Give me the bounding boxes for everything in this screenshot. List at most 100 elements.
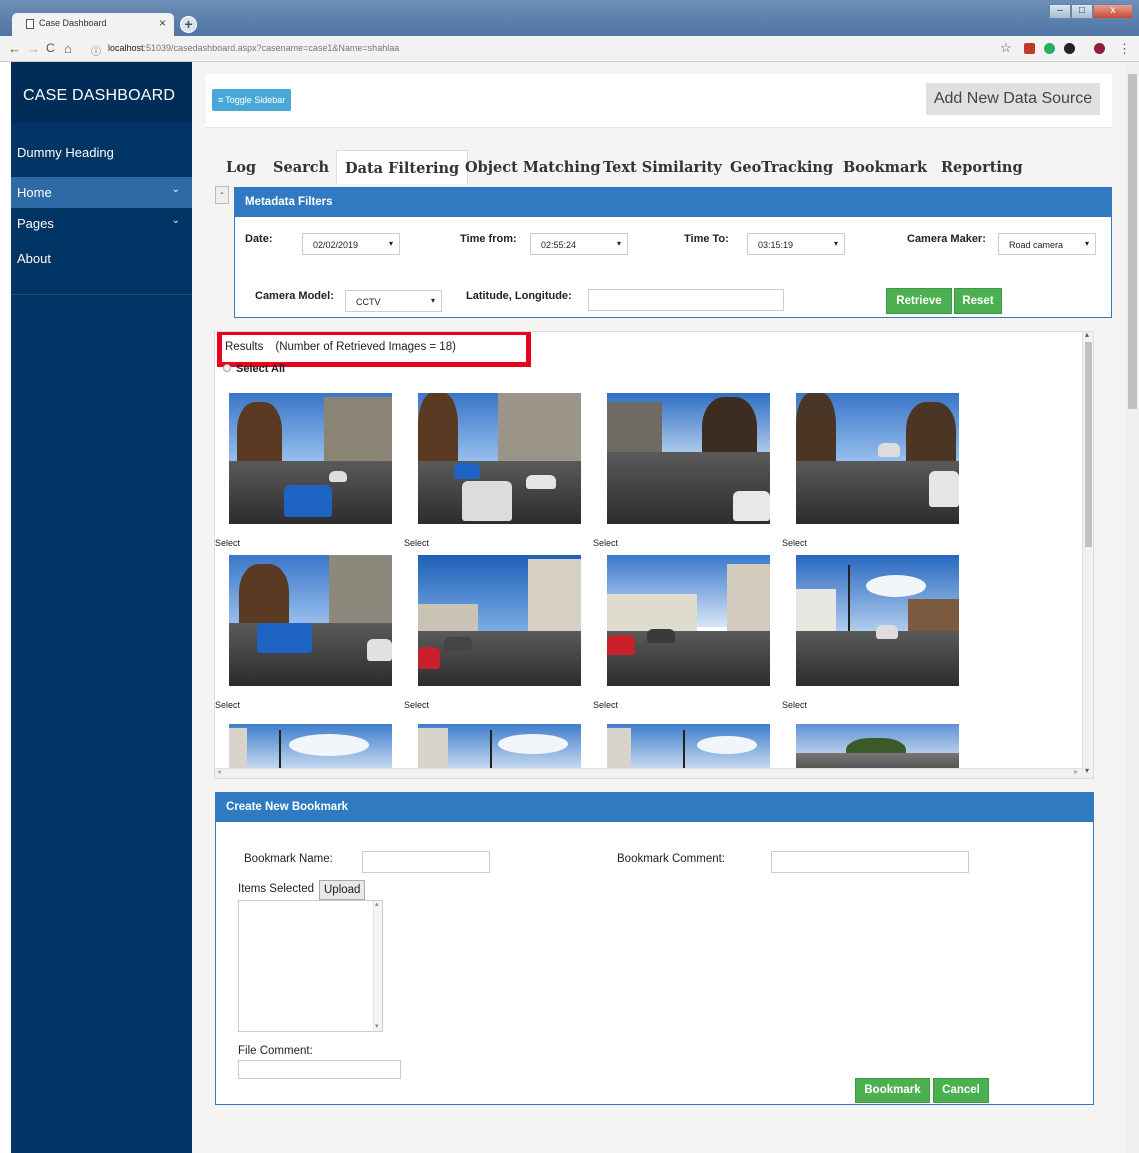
browser-menu-icon[interactable]: ⋮ — [1118, 41, 1131, 57]
time-from-label: Time from: — [460, 233, 517, 245]
select-label[interactable]: Select — [782, 700, 807, 710]
result-image[interactable] — [607, 555, 770, 686]
bookmark-comment-input[interactable] — [771, 851, 969, 873]
scroll-down-icon[interactable]: ▾ — [1085, 766, 1089, 775]
cancel-button[interactable]: Cancel — [933, 1078, 989, 1103]
info-icon[interactable]: ⓘ — [91, 43, 101, 58]
scroll-up-icon[interactable]: ▴ — [1085, 332, 1089, 339]
extension-icon[interactable] — [1024, 43, 1035, 54]
new-tab-button[interactable]: + — [180, 16, 197, 33]
result-image[interactable] — [607, 724, 770, 768]
result-image[interactable] — [418, 393, 581, 524]
date-label: Date: — [245, 233, 273, 245]
star-icon[interactable]: ☆ — [1000, 40, 1012, 56]
lat-lon-input[interactable] — [588, 289, 784, 311]
results-panel: Results (Number of Retrieved Images = 18)… — [214, 331, 1094, 779]
camera-model-select[interactable]: CCTV ▾ — [345, 290, 442, 312]
select-all-label: Select All — [236, 363, 286, 375]
back-icon[interactable]: ← — [8, 41, 21, 56]
retrieve-button[interactable]: Retrieve — [886, 288, 952, 314]
file-comment-label: File Comment: — [238, 1045, 313, 1057]
result-image[interactable] — [229, 393, 392, 524]
items-selected-list[interactable]: ▴ ▾ — [238, 900, 383, 1032]
results-header: Results (Number of Retrieved Images = 18) — [217, 332, 531, 367]
window-close-button[interactable]: x — [1093, 4, 1133, 19]
profile-avatar[interactable] — [1094, 43, 1105, 54]
tab-log[interactable]: Log — [226, 150, 256, 184]
collapse-filters-button[interactable]: - — [215, 186, 229, 204]
file-comment-input[interactable] — [238, 1060, 401, 1079]
results-vertical-scrollbar[interactable]: ▴ ▾ — [1082, 332, 1093, 778]
select-label[interactable]: Select — [593, 538, 618, 548]
add-data-source-button[interactable]: Add New Data Source — [926, 83, 1100, 115]
select-all-option[interactable]: Select All — [223, 363, 285, 375]
toggle-sidebar-button[interactable]: ≡ Toggle Sidebar — [212, 89, 292, 111]
maximize-button[interactable]: □ — [1071, 4, 1093, 19]
bookmark-comment-label: Bookmark Comment: — [617, 853, 726, 865]
sidebar-item-about[interactable]: About — [11, 239, 192, 295]
sidebar: CASE DASHBOARD Dummy Heading Home ⌄ Page… — [11, 62, 192, 1153]
page-scrollbar[interactable] — [1126, 62, 1139, 1153]
forward-icon[interactable]: → — [27, 41, 40, 56]
select-label[interactable]: Select — [404, 700, 429, 710]
reset-button[interactable]: Reset — [954, 288, 1002, 314]
tab-bookmark[interactable]: Bookmark — [843, 150, 927, 184]
result-image[interactable] — [229, 555, 392, 686]
close-tab-icon[interactable]: × — [159, 16, 166, 30]
page-scrollbar-thumb[interactable] — [1128, 74, 1137, 409]
tab-reporting[interactable]: Reporting — [941, 150, 1023, 184]
reload-icon[interactable]: C — [46, 41, 55, 55]
select-label[interactable]: Select — [215, 538, 240, 548]
result-image[interactable] — [796, 555, 959, 686]
upload-button[interactable]: Upload — [319, 880, 366, 900]
tab-object-matching[interactable]: Object Matching — [465, 150, 601, 184]
scrollbar-thumb[interactable] — [1085, 342, 1092, 547]
sidebar-heading: Dummy Heading — [17, 145, 114, 160]
browser-tab-strip: Case Dashboard × + – □ x — [0, 0, 1139, 36]
result-image[interactable] — [229, 724, 392, 768]
result-image[interactable] — [796, 724, 959, 768]
extension-icon[interactable] — [1044, 43, 1055, 54]
camera-maker-select[interactable]: Road camera ▾ — [998, 233, 1096, 255]
select-label[interactable]: Select — [782, 538, 807, 548]
results-horizontal-scrollbar[interactable]: ◂ ▸ — [215, 767, 1084, 778]
scroll-right-icon[interactable]: ▸ — [1074, 767, 1078, 776]
select-all-radio[interactable] — [223, 364, 231, 372]
select-label[interactable]: Select — [215, 700, 240, 710]
tab-search[interactable]: Search — [273, 150, 329, 184]
tab-text-similarity[interactable]: Text Similarity — [603, 150, 722, 184]
scroll-down-icon[interactable]: ▾ — [375, 1022, 379, 1030]
items-selected-label: Items Selected — [238, 883, 315, 895]
sidebar-item-pages[interactable]: Pages ⌄ — [11, 208, 192, 239]
date-select[interactable]: 02/02/2019 ▾ — [302, 233, 400, 255]
result-image[interactable] — [418, 555, 581, 686]
result-image[interactable] — [607, 393, 770, 524]
brand-title[interactable]: CASE DASHBOARD — [11, 62, 192, 123]
select-label[interactable]: Select — [593, 700, 618, 710]
url-host: localhost — [108, 43, 144, 53]
time-from-value: 02:55:24 — [541, 240, 577, 250]
time-from-select[interactable]: 02:55:24 ▾ — [530, 233, 628, 255]
address-bar: ← → C ⌂ ⓘ localhost:51039/casedashboard.… — [0, 36, 1139, 62]
sidebar-item-home[interactable]: Home ⌄ — [11, 177, 192, 208]
lat-lon-label: Latitude, Longitude: — [466, 290, 572, 302]
browser-tab[interactable]: Case Dashboard × — [12, 13, 174, 36]
items-list-scrollbar[interactable]: ▴ ▾ — [373, 901, 382, 1031]
result-image[interactable] — [796, 393, 959, 524]
time-to-select[interactable]: 03:15:19 ▾ — [747, 233, 845, 255]
browser-tab-title: Case Dashboard — [39, 18, 107, 28]
extension-icon[interactable] — [1064, 43, 1075, 54]
minimize-button[interactable]: – — [1049, 4, 1071, 19]
bookmark-name-input[interactable] — [362, 851, 490, 873]
tab-data-filtering[interactable]: Data Filtering — [336, 150, 469, 184]
result-image[interactable] — [418, 724, 581, 768]
scroll-left-icon[interactable]: ◂ — [217, 767, 221, 776]
home-icon[interactable]: ⌂ — [64, 41, 72, 56]
bookmark-button[interactable]: Bookmark — [855, 1078, 930, 1103]
url-field[interactable]: localhost:51039/casedashboard.aspx?casen… — [108, 43, 399, 53]
url-path: :51039/casedashboard.aspx?casename=case1… — [143, 43, 400, 53]
scroll-up-icon[interactable]: ▴ — [375, 900, 379, 908]
top-bar: ≡ Toggle Sidebar Add New Data Source — [206, 74, 1112, 128]
tab-geotracking[interactable]: GeoTracking — [730, 150, 833, 184]
select-label[interactable]: Select — [404, 538, 429, 548]
